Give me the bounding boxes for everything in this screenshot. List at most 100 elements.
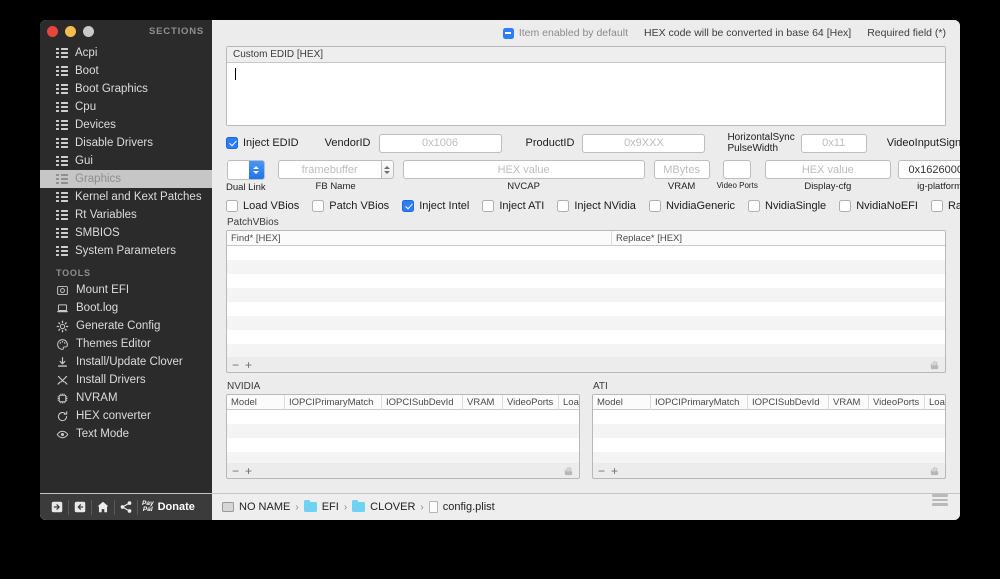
product-id-input[interactable]: [582, 133, 706, 153]
ati-remove-button[interactable]: −: [598, 464, 605, 478]
sidebar-item-boot[interactable]: Boot: [40, 62, 212, 80]
table-row[interactable]: [227, 274, 945, 288]
share-button[interactable]: [115, 494, 137, 521]
menu-button[interactable]: [932, 494, 948, 520]
table-row[interactable]: [227, 260, 945, 274]
sidebar-tool-nvram[interactable]: NVRAM: [40, 389, 212, 407]
export-button[interactable]: [69, 494, 91, 521]
patch-vbios-rows[interactable]: [227, 246, 945, 357]
custom-edid-input[interactable]: [227, 63, 945, 125]
ati-rows[interactable]: [593, 410, 945, 463]
fb-name-stepper[interactable]: [380, 160, 394, 179]
breadcrumb-item-clover[interactable]: CLOVER: [352, 499, 415, 513]
patch-vbios-remove-button[interactable]: −: [232, 358, 239, 372]
video-ports-input[interactable]: [723, 160, 752, 179]
breadcrumb-item-efi[interactable]: EFI: [303, 499, 339, 513]
column-header-iopcisubdevid[interactable]: IOPCISubDevId: [748, 395, 829, 410]
sidebar-item-smbios[interactable]: SMBIOS: [40, 224, 212, 242]
table-row[interactable]: [227, 246, 945, 260]
import-button[interactable]: [46, 494, 68, 521]
table-row[interactable]: [227, 452, 579, 463]
table-row[interactable]: [593, 438, 945, 452]
ig-platform-id-input[interactable]: [897, 160, 960, 179]
column-header-find[interactable]: Find* [HEX]: [227, 231, 612, 246]
sidebar-tool-themes-editor[interactable]: Themes Editor: [40, 335, 212, 353]
fb-name-combo[interactable]: [277, 160, 394, 179]
resize-grip-icon[interactable]: [929, 359, 940, 370]
column-header-videoports[interactable]: VideoPorts: [503, 395, 559, 410]
sidebar-item-disable-drivers[interactable]: Disable Drivers: [40, 134, 212, 152]
sidebar-item-cpu[interactable]: Cpu: [40, 98, 212, 116]
sidebar-tool-install-drivers[interactable]: Install Drivers: [40, 371, 212, 389]
toggle-patch-vbios[interactable]: Patch VBios: [312, 200, 389, 212]
home-button[interactable]: [92, 494, 114, 521]
fb-name-input[interactable]: [277, 160, 381, 179]
sidebar-item-graphics[interactable]: Graphics: [40, 170, 212, 188]
dual-link-stepper[interactable]: [226, 160, 265, 180]
toggle-nvidiasingle[interactable]: NvidiaSingle: [748, 200, 826, 212]
toggle-radeondeinit[interactable]: RadeonDeInit: [930, 200, 960, 212]
sidebar-item-kernel-and-kext-patches[interactable]: Kernel and Kext Patches: [40, 188, 212, 206]
close-button[interactable]: [47, 25, 58, 37]
patch-vbios-add-button[interactable]: +: [245, 358, 252, 372]
sidebar-tool-hex-converter[interactable]: HEX converter: [40, 407, 212, 425]
vram-input[interactable]: [653, 160, 710, 179]
table-row[interactable]: [227, 302, 945, 316]
nvidia-rows[interactable]: [227, 410, 579, 463]
column-header-vram[interactable]: VRAM: [829, 395, 869, 410]
column-header-loadvbios[interactable]: LoadVBios: [925, 395, 945, 410]
nvcap-input[interactable]: [402, 160, 645, 179]
table-row[interactable]: [227, 438, 579, 452]
column-header-loadvbios[interactable]: LoadVBios: [559, 395, 579, 410]
sidebar-item-devices[interactable]: Devices: [40, 116, 212, 134]
column-header-model[interactable]: Model: [227, 395, 285, 410]
breadcrumb-item-config-plist[interactable]: config.plist: [428, 501, 495, 513]
sidebar-tool-generate-config[interactable]: Generate Config: [40, 317, 212, 335]
table-row[interactable]: [593, 424, 945, 438]
vendor-id-input[interactable]: [378, 133, 502, 153]
nvidia-remove-button[interactable]: −: [232, 464, 239, 478]
table-row[interactable]: [227, 410, 579, 424]
toggle-nvidiageneric[interactable]: NvidiaGeneric: [648, 200, 735, 212]
table-row[interactable]: [227, 330, 945, 344]
sidebar-tool-text-mode[interactable]: Text Mode: [40, 425, 212, 443]
breadcrumb-item-no-name[interactable]: NO NAME: [222, 501, 290, 513]
table-row[interactable]: [593, 410, 945, 424]
toggle-inject-nvidia[interactable]: Inject NVidia: [557, 200, 636, 212]
display-cfg-input[interactable]: [764, 160, 891, 179]
table-row[interactable]: [227, 424, 579, 438]
column-header-model[interactable]: Model: [593, 395, 651, 410]
sidebar-item-acpi[interactable]: Acpi: [40, 44, 212, 62]
horizontal-sync-input[interactable]: [800, 133, 867, 153]
sidebar-item-system-parameters[interactable]: System Parameters: [40, 242, 212, 260]
window-controls[interactable]: [47, 25, 94, 37]
toggle-inject-intel[interactable]: Inject Intel: [402, 200, 469, 212]
sidebar-item-rt-variables[interactable]: Rt Variables: [40, 206, 212, 224]
table-row[interactable]: [593, 452, 945, 463]
column-header-iopcisubdevid[interactable]: IOPCISubDevId: [382, 395, 463, 410]
column-header-videoports[interactable]: VideoPorts: [869, 395, 925, 410]
table-row[interactable]: [227, 316, 945, 330]
donate-button[interactable]: Pay Pal Donate: [142, 500, 195, 514]
resize-grip-icon[interactable]: [929, 465, 940, 476]
column-header-iopciprimarymatch[interactable]: IOPCIPrimaryMatch: [651, 395, 748, 410]
nvidia-add-button[interactable]: +: [245, 464, 252, 478]
sidebar-tool-boot-log[interactable]: Boot.log: [40, 299, 212, 317]
ati-add-button[interactable]: +: [611, 464, 618, 478]
sidebar-tool-mount-efi[interactable]: Mount EFI: [40, 281, 212, 299]
column-header-replace[interactable]: Replace* [HEX]: [612, 231, 945, 246]
sidebar-item-gui[interactable]: Gui: [40, 152, 212, 170]
table-row[interactable]: [227, 288, 945, 302]
sidebar-item-boot-graphics[interactable]: Boot Graphics: [40, 80, 212, 98]
dual-link-stepper-arrows[interactable]: [248, 161, 264, 179]
column-header-iopciprimarymatch[interactable]: IOPCIPrimaryMatch: [285, 395, 382, 410]
table-row[interactable]: [227, 344, 945, 357]
sidebar-tool-install-update-clover[interactable]: Install/Update Clover: [40, 353, 212, 371]
toggle-load-vbios[interactable]: Load VBios: [226, 200, 299, 212]
column-header-vram[interactable]: VRAM: [463, 395, 503, 410]
toggle-nvidianoefi[interactable]: NvidiaNoEFI: [839, 200, 918, 212]
zoom-button[interactable]: [83, 25, 94, 37]
resize-grip-icon[interactable]: [563, 465, 574, 476]
ig-platform-id-combo[interactable]: [897, 160, 960, 179]
minimize-button[interactable]: [65, 25, 76, 37]
